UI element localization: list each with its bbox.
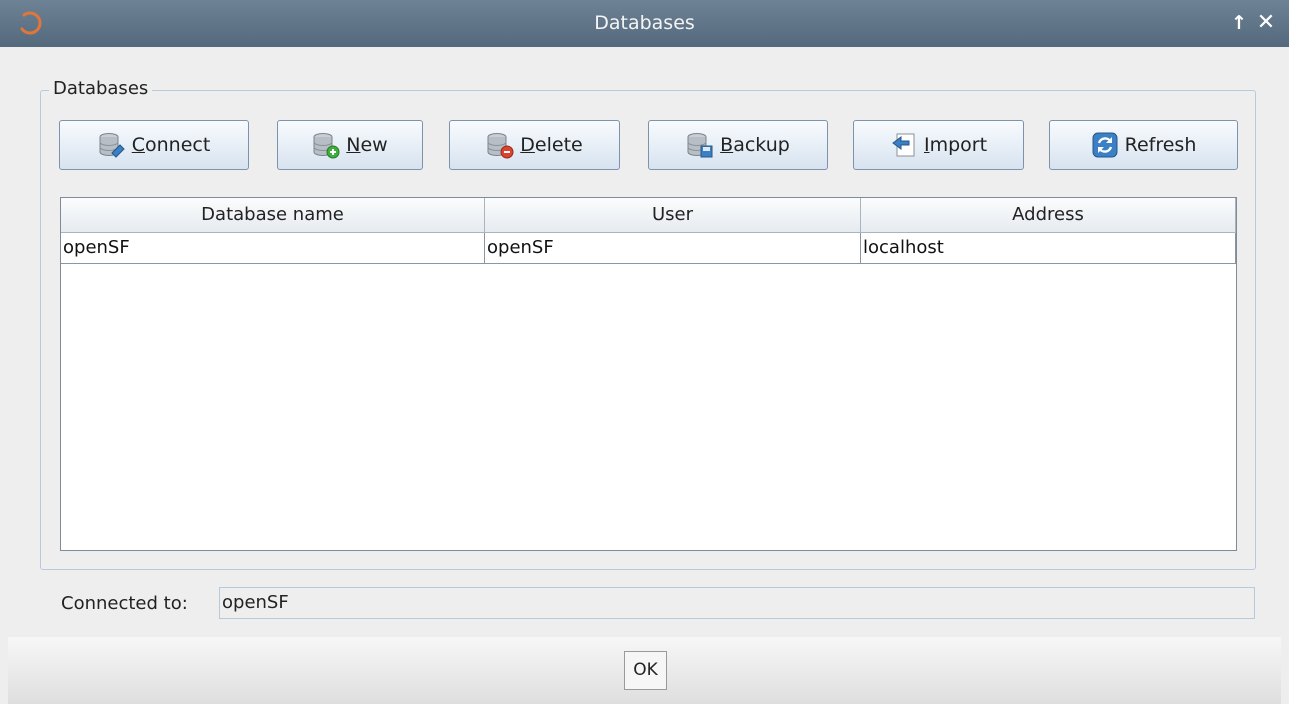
import-button-label: Import [923, 134, 988, 156]
table-row[interactable]: openSF openSF localhost [61, 233, 1236, 264]
connected-to-label: Connected to: [61, 593, 188, 614]
connect-button[interactable]: Connect [59, 120, 249, 170]
cell-user: openSF [485, 233, 861, 263]
column-header-database-name[interactable]: Database name [61, 198, 485, 232]
delete-button-label: Delete [520, 134, 583, 156]
table-header: Database name User Address [61, 198, 1236, 233]
dialog-body: Databases Connect New Delete Backup Impo… [8, 47, 1281, 704]
import-icon [892, 133, 915, 157]
new-button[interactable]: New [277, 120, 423, 170]
window-title: Databases [594, 12, 695, 34]
connect-button-label: Connect [131, 134, 211, 156]
new-button-label: New [346, 134, 388, 156]
column-header-address[interactable]: Address [861, 198, 1236, 232]
refresh-button-label: Refresh [1124, 134, 1197, 156]
refresh-icon [1092, 132, 1118, 158]
database-remove-icon [487, 133, 514, 159]
cell-address: localhost [861, 233, 1236, 263]
database-connect-icon [99, 133, 125, 158]
maximize-arrow-icon[interactable]: ↑ [1228, 10, 1250, 36]
import-button[interactable]: Import [853, 120, 1024, 170]
database-add-icon [313, 133, 340, 159]
column-header-user[interactable]: User [485, 198, 861, 232]
connected-to-field: openSF [219, 587, 1255, 619]
backup-button[interactable]: Backup [648, 120, 828, 170]
cell-database-name: openSF [61, 233, 485, 263]
backup-button-label: Backup [720, 134, 790, 156]
databases-table[interactable]: Database name User Address openSF openSF… [60, 197, 1237, 551]
database-backup-icon [687, 133, 713, 158]
title-bar[interactable]: Databases ↑ ✕ [0, 0, 1289, 47]
group-legend: Databases [49, 78, 153, 99]
databases-group: Databases Connect New Delete Backup Impo… [40, 78, 1256, 570]
close-icon[interactable]: ✕ [1255, 10, 1277, 36]
refresh-button[interactable]: Refresh [1049, 120, 1238, 170]
button-bar: OK [8, 637, 1281, 704]
ok-button[interactable]: OK [624, 651, 667, 690]
delete-button[interactable]: Delete [449, 120, 620, 170]
